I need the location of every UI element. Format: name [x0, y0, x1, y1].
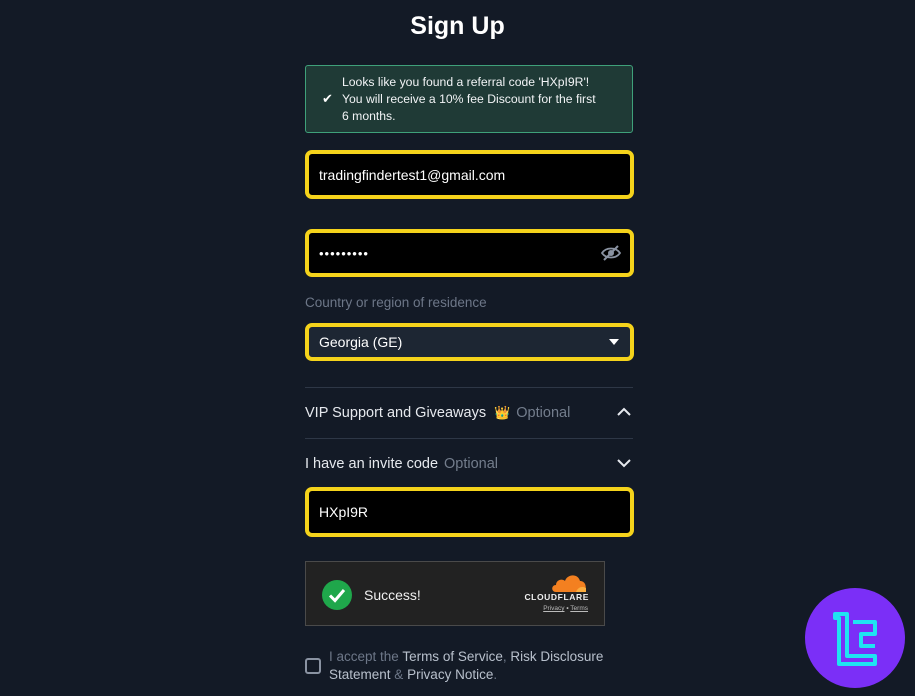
chevron-up-icon[interactable] — [617, 405, 631, 419]
cloudflare-brand: CLOUDFLARE — [524, 592, 589, 602]
caret-down-icon — [609, 339, 619, 345]
referral-line-3: 6 months. — [342, 108, 396, 123]
email-value: tradingfindertest1@gmail.com — [319, 166, 506, 183]
accept-amp: & — [390, 667, 408, 682]
vip-label: VIP Support and Giveaways — [305, 405, 487, 421]
invite-optional: Optional — [444, 456, 499, 472]
accept-period: . — [493, 667, 498, 682]
signup-page: Sign Up ✔ Looks like you found a referra… — [0, 0, 915, 696]
chevron-down-icon[interactable] — [617, 456, 631, 470]
cloudflare-links: Privacy • Terms — [543, 605, 588, 612]
divider — [305, 387, 633, 388]
referral-notice: ✔ Looks like you found a referral code '… — [305, 65, 633, 133]
accept-checkbox[interactable] — [305, 658, 321, 674]
page-title: Sign Up — [410, 12, 505, 40]
invite-label: I have an invite code — [305, 456, 439, 472]
terms-of-service-link[interactable]: Terms of Service — [402, 649, 503, 664]
eye-off-icon[interactable] — [601, 244, 621, 262]
tradingfinder-logo-icon — [805, 588, 905, 688]
password-field[interactable]: ••••••••• — [305, 229, 634, 277]
privacy-notice-link[interactable]: Privacy Notice — [407, 667, 493, 682]
invite-code-value: HXpI9R — [319, 504, 369, 520]
success-check-icon — [322, 580, 352, 610]
crown-icon: 👑 — [494, 405, 511, 420]
country-value: Georgia (GE) — [319, 334, 403, 350]
referral-line-2: You will receive a 10% fee Discount for … — [342, 91, 596, 106]
invite-code-input[interactable]: HXpI9R — [305, 487, 634, 537]
captcha-status: Success! — [364, 587, 421, 603]
invite-code-toggle[interactable]: I have an invite code Optional — [305, 451, 633, 477]
checkmark-icon: ✔ — [322, 91, 333, 106]
divider — [305, 438, 633, 439]
cloudflare-captcha[interactable]: Success! CLOUDFLARE Privacy • Terms — [305, 561, 605, 626]
vip-optional: Optional — [516, 405, 571, 421]
password-value: ••••••••• — [319, 245, 369, 261]
country-select[interactable]: Georgia (GE) — [305, 323, 634, 361]
vip-support-toggle[interactable]: VIP Support and Giveaways 👑 Optional — [305, 400, 633, 426]
country-label: Country or region of residence — [305, 295, 487, 310]
cloudflare-cloud-icon — [552, 575, 586, 592]
link-separator: • — [566, 605, 569, 612]
privacy-link[interactable]: Privacy — [543, 605, 564, 612]
terms-link[interactable]: Terms — [570, 605, 588, 612]
email-field[interactable]: tradingfindertest1@gmail.com — [305, 150, 634, 199]
accept-text: I accept the Terms of Service, Risk Disc… — [329, 648, 629, 684]
referral-message: Looks like you found a referral code 'HX… — [342, 74, 596, 125]
referral-line-1: Looks like you found a referral code 'HX… — [342, 74, 590, 89]
accept-prefix: I accept the — [329, 649, 403, 664]
